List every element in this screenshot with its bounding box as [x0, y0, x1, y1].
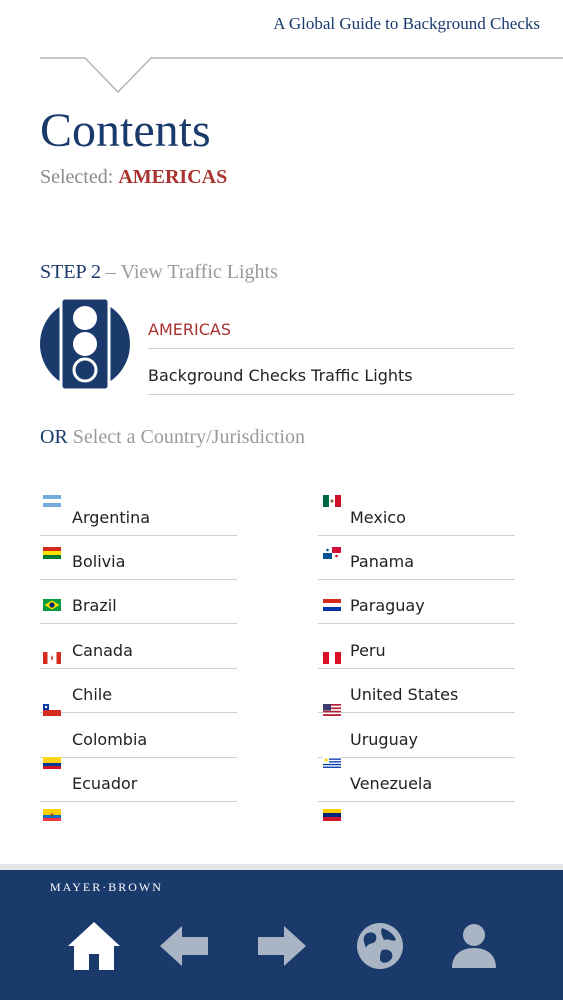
country-venezuela[interactable]: Venezuela: [318, 771, 515, 821]
country-name: Panama: [350, 552, 415, 571]
or-heading: OR Select a Country/Jurisdiction: [40, 426, 305, 449]
country-name: Uruguay: [350, 730, 418, 749]
country-name: Mexico: [350, 508, 406, 527]
country-name: Paraguay: [350, 596, 425, 615]
venezuela-flag-icon: [323, 809, 341, 821]
back-arrow-icon[interactable]: [156, 920, 212, 972]
traffic-lights-link[interactable]: Background Checks Traffic Lights: [148, 364, 514, 395]
country-united-states[interactable]: United States: [318, 682, 515, 716]
traffic-lights-link-label: Background Checks Traffic Lights: [148, 366, 413, 385]
country-name: Colombia: [72, 730, 148, 749]
americas-link[interactable]: AMERICAS: [148, 318, 514, 349]
country-argentina[interactable]: Argentina: [40, 495, 237, 536]
country-name: Peru: [350, 641, 386, 660]
country-name: Chile: [72, 685, 113, 704]
country-name: Argentina: [72, 508, 151, 527]
country-ecuador[interactable]: Ecuador: [40, 771, 237, 821]
colombia-flag-icon: [43, 757, 61, 769]
country-name: Venezuela: [350, 774, 433, 793]
page-title: Contents: [40, 104, 211, 157]
brand-logo: MAYER·BROWN: [50, 880, 163, 894]
selected-label: Selected:: [40, 166, 114, 188]
or-text: Select a Country/Jurisdiction: [67, 426, 305, 448]
country-brazil[interactable]: Brazil: [40, 593, 237, 624]
chile-flag-icon: [43, 704, 61, 716]
peru-flag-icon: [323, 652, 341, 664]
step-text: View Traffic Lights: [120, 261, 278, 283]
header-divider: [40, 57, 563, 94]
mexico-flag-icon: [323, 495, 341, 507]
or-label: OR: [40, 426, 68, 448]
person-icon[interactable]: [446, 920, 502, 972]
united-states-flag-icon: [323, 704, 341, 716]
step-label: STEP 2: [40, 261, 101, 283]
selected-value: AMERICAS: [118, 166, 228, 188]
country-panama[interactable]: Panama: [318, 547, 515, 580]
globe-icon[interactable]: [352, 920, 408, 972]
country-colombia[interactable]: Colombia: [40, 727, 237, 769]
brazil-flag-icon: [43, 599, 61, 611]
country-name: Bolivia: [72, 552, 126, 571]
country-bolivia[interactable]: Bolivia: [40, 547, 237, 580]
country-name: Canada: [72, 641, 133, 660]
bolivia-flag-icon: [43, 547, 61, 559]
country-uruguay[interactable]: Uruguay: [318, 727, 515, 769]
bottom-nav-bar: MAYER·BROWN: [0, 870, 563, 1000]
country-name: Ecuador: [72, 774, 138, 793]
country-chile[interactable]: Chile: [40, 682, 237, 716]
country-name: Brazil: [72, 596, 117, 615]
guide-title: A Global Guide to Background Checks: [273, 14, 540, 33]
uruguay-flag-icon: [323, 757, 341, 769]
traffic-light-icon[interactable]: [40, 298, 130, 390]
step-heading: STEP 2 – View Traffic Lights: [40, 261, 278, 284]
country-peru[interactable]: Peru: [318, 638, 515, 669]
step-dash: –: [100, 261, 121, 283]
country-name: United States: [350, 685, 459, 704]
paraguay-flag-icon: [323, 599, 341, 611]
ecuador-flag-icon: [43, 809, 61, 821]
argentina-flag-icon: [43, 495, 61, 507]
forward-arrow-icon[interactable]: [254, 920, 310, 972]
americas-link-label: AMERICAS: [148, 320, 231, 339]
panama-flag-icon: [323, 547, 341, 559]
selected-region: Selected: AMERICAS: [40, 166, 227, 189]
canada-flag-icon: [43, 652, 61, 664]
home-icon[interactable]: [66, 920, 122, 972]
country-paraguay[interactable]: Paraguay: [318, 593, 515, 624]
country-canada[interactable]: Canada: [40, 638, 237, 669]
country-mexico[interactable]: Mexico: [318, 495, 515, 536]
